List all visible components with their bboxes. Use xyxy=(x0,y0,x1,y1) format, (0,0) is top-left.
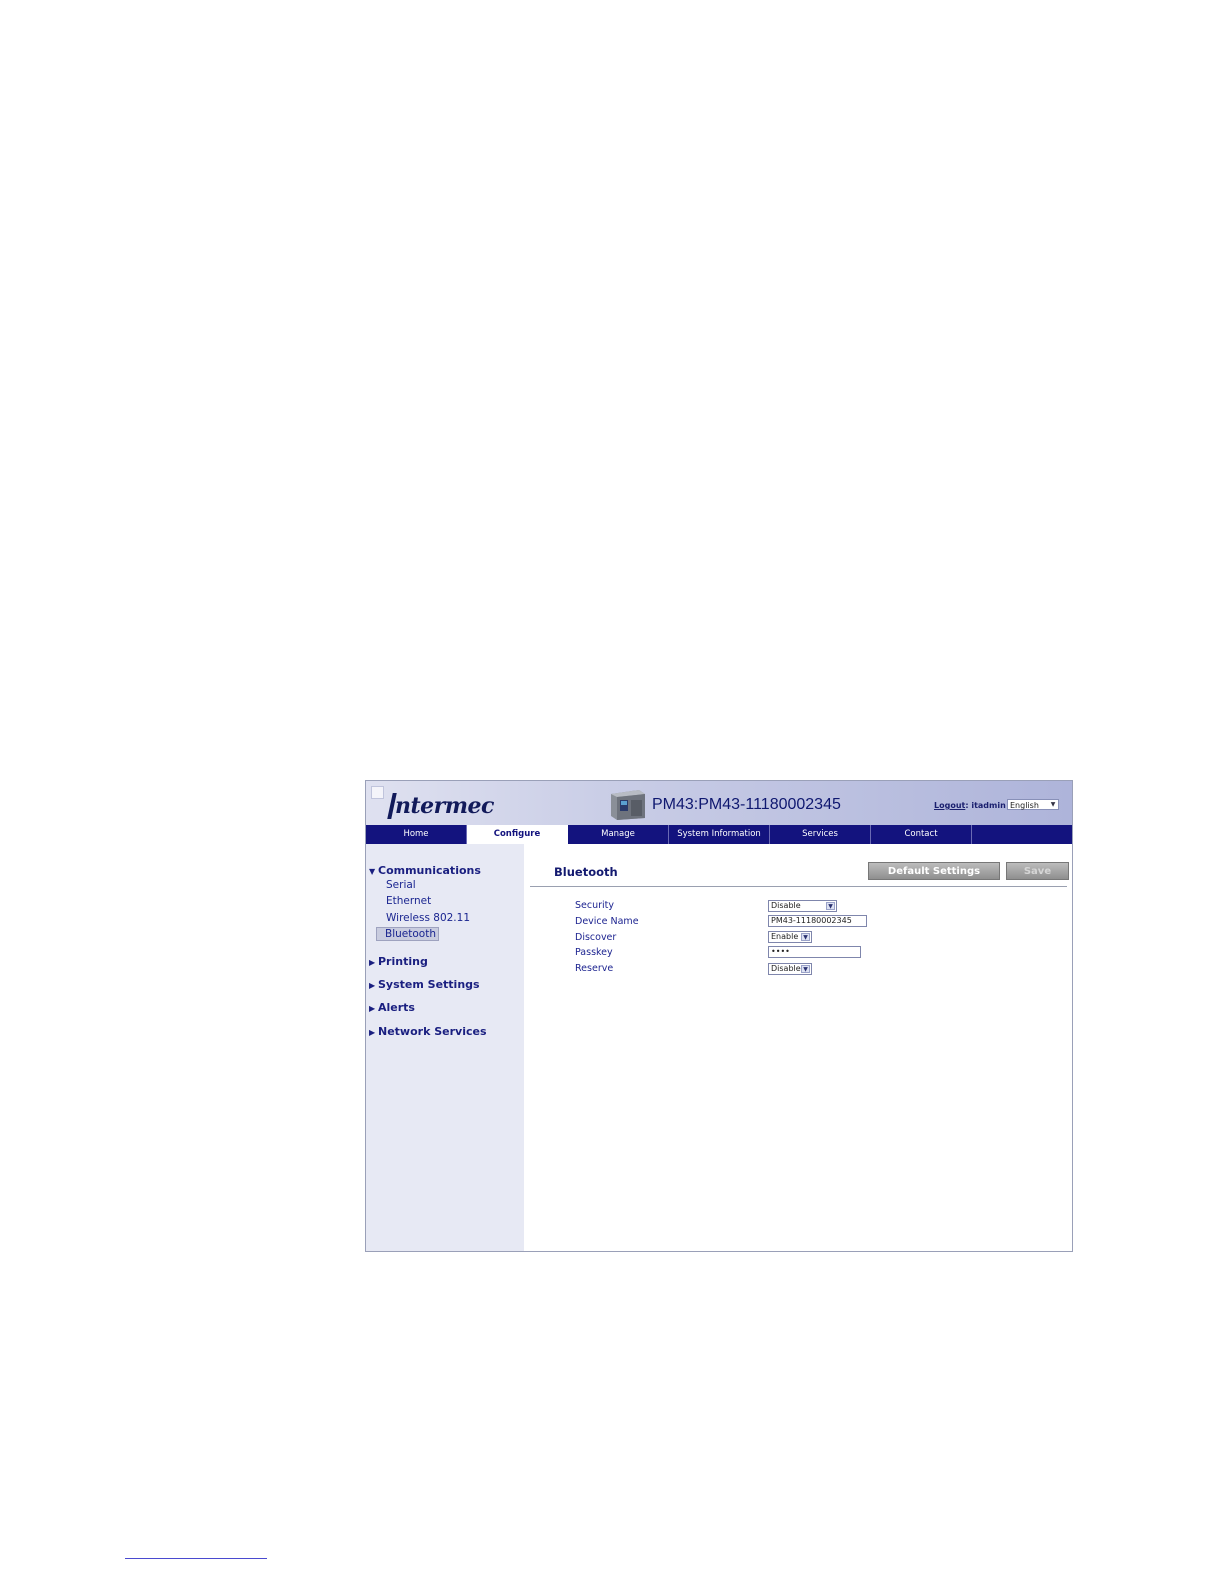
save-button[interactable]: Save xyxy=(1006,862,1069,880)
passkey-field[interactable]: •••• xyxy=(768,946,861,958)
chevron-down-icon: ▼ xyxy=(801,933,810,941)
tab-services[interactable]: Services xyxy=(770,825,871,844)
security-select[interactable]: Disable ▼ xyxy=(768,900,837,912)
tab-home[interactable]: Home xyxy=(366,825,467,844)
divider xyxy=(530,886,1067,887)
browser-screenshot: ntermec PM43:PM43-11180002345 Logout: it… xyxy=(365,780,1073,1252)
reserve-label: Reserve xyxy=(575,963,614,974)
logout-area: Logout: itadmin xyxy=(934,801,1006,810)
sidebar-item-communications[interactable]: ▼ Communications xyxy=(369,864,481,877)
printer-icon xyxy=(611,790,645,820)
triangle-right-icon: ▶ xyxy=(369,981,376,990)
default-settings-button[interactable]: Default Settings xyxy=(868,862,1000,880)
tab-system-information[interactable]: System Information xyxy=(669,825,770,844)
footnote-rule xyxy=(125,1558,267,1559)
sidebar-item-ethernet[interactable]: Ethernet xyxy=(386,895,431,907)
sidebar-item-serial[interactable]: Serial xyxy=(386,879,416,891)
triangle-right-icon: ▶ xyxy=(369,1028,376,1037)
logged-in-user: : itadmin xyxy=(965,801,1006,810)
tab-contact[interactable]: Contact xyxy=(871,825,972,844)
tab-manage[interactable]: Manage xyxy=(568,825,669,844)
content-panel: Bluetooth Default Settings Save Security… xyxy=(524,844,1072,1251)
sidebar: ▼ Communications Serial Ethernet Wireless… xyxy=(366,844,524,1251)
triangle-right-icon: ▶ xyxy=(369,958,376,967)
sidebar-item-bluetooth[interactable]: Bluetooth xyxy=(376,927,439,941)
sidebar-item-system-settings[interactable]: ▶ System Settings xyxy=(369,978,480,991)
header-banner: ntermec PM43:PM43-11180002345 Logout: it… xyxy=(366,781,1072,825)
corner-square xyxy=(371,786,384,799)
sidebar-item-printing[interactable]: ▶ Printing xyxy=(369,955,428,968)
device-name-label: Device Name xyxy=(575,916,639,927)
main-nav: Home Configure Manage System Information… xyxy=(366,825,1072,844)
sidebar-item-alerts[interactable]: ▶ Alerts xyxy=(369,1001,415,1014)
triangle-down-icon: ▼ xyxy=(369,867,376,876)
reserve-select[interactable]: Disable ▼ xyxy=(768,963,812,975)
chevron-down-icon: ▼ xyxy=(801,965,810,973)
passkey-label: Passkey xyxy=(575,947,613,958)
discover-label: Discover xyxy=(575,932,617,943)
device-title: PM43:PM43-11180002345 xyxy=(652,796,841,813)
triangle-right-icon: ▶ xyxy=(369,1004,376,1013)
page-title: Bluetooth xyxy=(554,865,618,879)
chevron-down-icon: ▼ xyxy=(1050,801,1056,808)
device-name-field[interactable]: PM43-11180002345 xyxy=(768,915,867,927)
sidebar-item-network-services[interactable]: ▶ Network Services xyxy=(369,1025,487,1038)
sidebar-item-wireless[interactable]: Wireless 802.11 xyxy=(386,912,470,924)
discover-select[interactable]: Enable ▼ xyxy=(768,931,812,943)
chevron-down-icon: ▼ xyxy=(826,902,835,910)
tab-configure[interactable]: Configure xyxy=(467,825,568,844)
logout-link[interactable]: Logout xyxy=(934,801,965,810)
intermec-logo: ntermec xyxy=(387,793,494,819)
security-label: Security xyxy=(575,900,615,911)
language-select[interactable]: English ▼ xyxy=(1007,799,1059,810)
